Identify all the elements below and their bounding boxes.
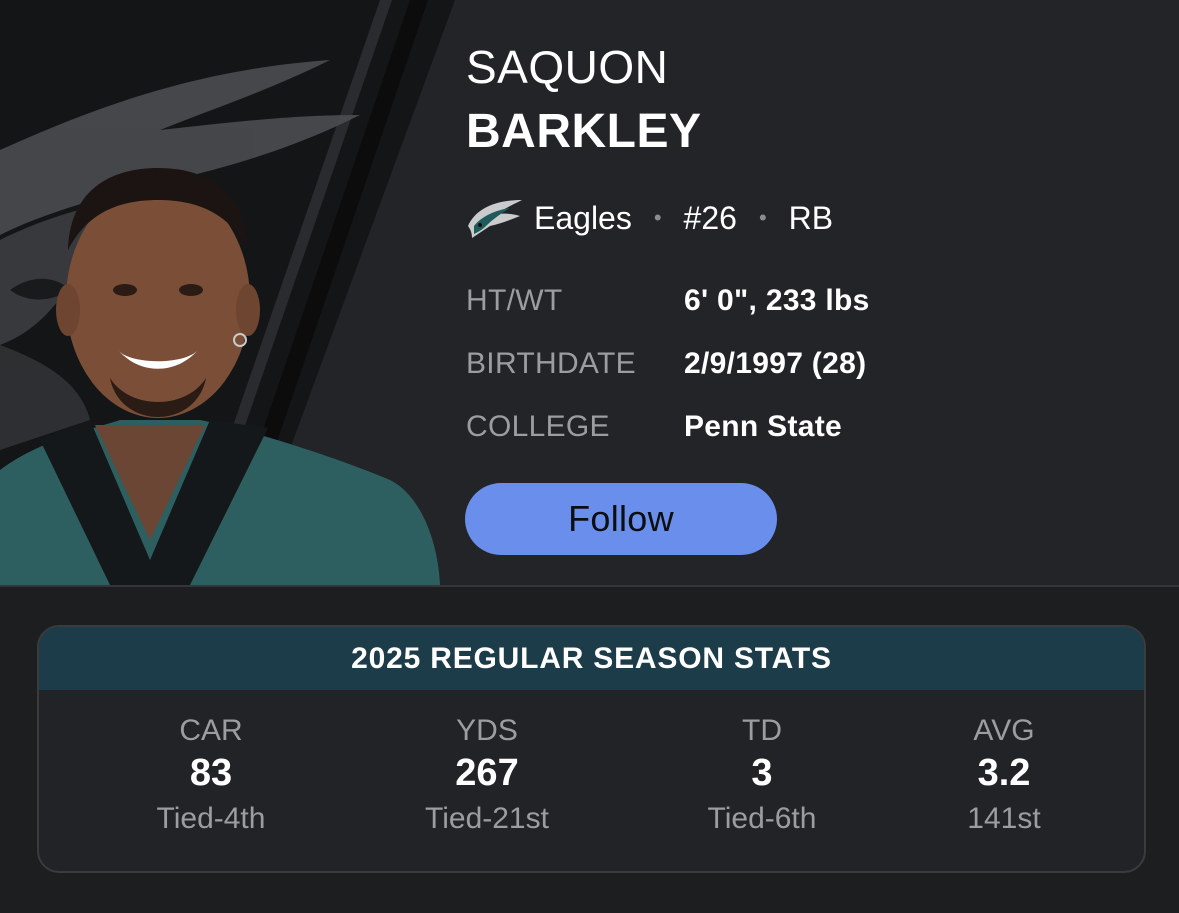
eagles-logo-icon [466,196,524,240]
stat-value: 3 [751,752,773,794]
bio-row-college: COLLEGE Penn State [466,407,842,447]
stat-rank: Tied-4th [156,802,266,835]
stat-rank: 141st [967,802,1041,835]
player-photo [0,0,455,585]
bio-label: COLLEGE [466,410,610,443]
stats-columns: CAR 83 Tied-4th YDS 267 Tied-21st TD 3 T… [39,690,1144,871]
ear [56,284,80,336]
team-name[interactable]: Eagles [534,200,632,237]
player-last-name: BARKLEY [466,105,702,158]
bio-label: BIRTHDATE [466,347,636,380]
follow-button[interactable]: Follow [465,483,777,555]
stat-column-yds[interactable]: YDS 267 Tied-21st [367,712,607,842]
player-first-name: SAQUON [466,41,669,93]
season-stats-card: 2025 REGULAR SEASON STATS CAR 83 Tied-4t… [37,625,1146,873]
separator-dot: • [758,205,767,230]
bio-row-birthdate: BIRTHDATE 2/9/1997 (28) [466,344,866,384]
eye [179,284,203,296]
stat-label: TD [742,714,782,747]
bio-label: HT/WT [466,284,563,317]
eye [113,284,137,296]
stat-column-td[interactable]: TD 3 Tied-6th [642,712,882,842]
stat-value: 83 [189,752,233,794]
stat-label: AVG [973,714,1035,747]
bio-value: Penn State [684,410,843,443]
bio-value: 2/9/1997 (28) [684,347,867,380]
stat-rank: Tied-6th [707,802,817,835]
stat-column-car[interactable]: CAR 83 Tied-4th [91,712,331,842]
stat-label: YDS [456,714,518,747]
player-photo-area [0,0,460,585]
stat-value: 267 [455,752,519,794]
team-info-line: Eagles • #26 • RB [466,196,833,240]
ear [236,284,260,336]
stat-value: 3.2 [977,752,1031,794]
jersey-number: #26 [683,199,737,236]
stat-column-avg[interactable]: AVG 3.2 141st [884,712,1124,842]
player-header: SAQUON BARKLEY Eagles • #26 • RB HT/WT 6… [0,0,1179,585]
stat-label: CAR [179,714,243,747]
separator-dot: • [653,205,662,230]
stats-card-title: 2025 REGULAR SEASON STATS [39,627,1144,690]
header-divider [0,585,1179,587]
stat-rank: Tied-21st [425,802,549,835]
bio-row-height-weight: HT/WT 6' 0", 233 lbs [466,281,870,321]
player-position: RB [788,199,834,236]
bio-value: 6' 0", 233 lbs [684,284,870,317]
